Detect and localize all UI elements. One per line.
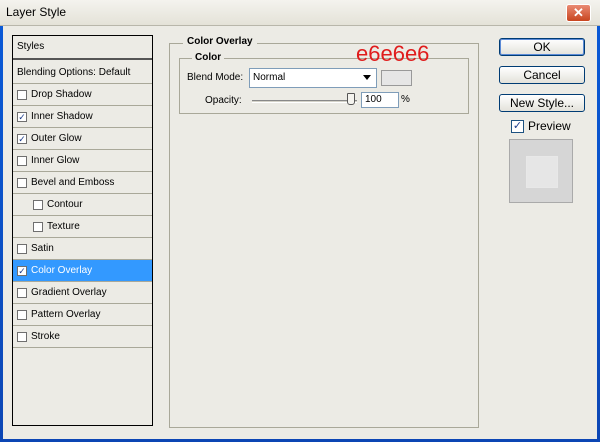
opacity-slider-track[interactable] xyxy=(252,100,357,103)
style-item-label: Bevel and Emboss xyxy=(31,177,115,188)
style-item[interactable]: Inner Glow xyxy=(13,150,152,172)
style-item[interactable]: ✓ Outer Glow xyxy=(13,128,152,150)
styles-header[interactable]: Styles xyxy=(13,36,152,60)
title-bar[interactable]: Layer Style ✕ xyxy=(0,0,600,26)
dialog-body: Styles Blending Options: Default Drop Sha… xyxy=(3,26,597,439)
style-item-label: Outer Glow xyxy=(31,133,82,144)
preview-label: Preview xyxy=(528,119,571,133)
styles-list: Styles Blending Options: Default Drop Sha… xyxy=(12,35,153,426)
style-checkbox[interactable] xyxy=(17,310,27,320)
preview-swatch xyxy=(526,156,558,188)
style-item[interactable]: Bevel and Emboss xyxy=(13,172,152,194)
style-item-label: Blending Options: Default xyxy=(17,67,131,78)
style-item-label: Satin xyxy=(31,243,54,254)
style-item[interactable]: ✓ Color Overlay xyxy=(13,260,152,282)
style-item[interactable]: Gradient Overlay xyxy=(13,282,152,304)
style-item[interactable]: Contour xyxy=(13,194,152,216)
style-item-label: Inner Glow xyxy=(31,155,80,166)
style-item[interactable]: Stroke xyxy=(13,326,152,348)
style-item[interactable]: ✓ Inner Shadow xyxy=(13,106,152,128)
group-title: Color xyxy=(192,52,225,63)
opacity-input[interactable]: 100 xyxy=(361,92,399,108)
style-item-label: Drop Shadow xyxy=(31,89,92,100)
style-checkbox[interactable] xyxy=(17,90,27,100)
style-checkbox[interactable]: ✓ xyxy=(17,134,27,144)
style-item[interactable]: Satin xyxy=(13,238,152,260)
style-checkbox[interactable] xyxy=(17,332,27,342)
style-item[interactable]: Drop Shadow xyxy=(13,84,152,106)
section-title: Color Overlay xyxy=(183,36,257,47)
style-checkbox[interactable] xyxy=(17,178,27,188)
style-checkbox[interactable] xyxy=(17,156,27,166)
overlay-color-swatch[interactable] xyxy=(381,70,412,86)
window-title: Layer Style xyxy=(6,5,67,19)
style-checkbox[interactable] xyxy=(33,222,43,232)
style-item[interactable]: Blending Options: Default xyxy=(13,62,152,84)
style-item-label: Pattern Overlay xyxy=(31,309,101,320)
style-item-label: Contour xyxy=(47,199,83,210)
close-button[interactable]: ✕ xyxy=(566,4,591,22)
style-checkbox[interactable] xyxy=(33,200,43,210)
layer-style-window: Layer Style ✕ Styles Blending Options: D… xyxy=(0,0,600,442)
blend-mode-select[interactable]: Normal xyxy=(249,68,377,88)
style-item-label: Color Overlay xyxy=(31,265,93,276)
style-item-label: Inner Shadow xyxy=(31,111,93,122)
opacity-unit: % xyxy=(401,94,410,105)
style-item[interactable]: Texture xyxy=(13,216,152,238)
style-item-label: Gradient Overlay xyxy=(31,287,107,298)
opacity-slider-thumb[interactable] xyxy=(347,93,355,105)
color-annotation: e6e6e6 xyxy=(356,41,430,66)
style-checkbox[interactable] xyxy=(17,288,27,298)
cancel-button[interactable]: Cancel xyxy=(499,66,585,84)
ok-button[interactable]: OK xyxy=(499,38,585,56)
style-preview xyxy=(509,139,573,203)
preview-checkbox[interactable]: ✓ xyxy=(511,120,524,133)
style-checkbox[interactable]: ✓ xyxy=(17,266,27,276)
style-checkbox[interactable] xyxy=(17,244,27,254)
opacity-label: Opacity: xyxy=(205,95,242,106)
style-item-label: Stroke xyxy=(31,331,60,342)
chevron-down-icon[interactable] xyxy=(363,75,371,80)
new-style-button[interactable]: New Style... xyxy=(499,94,585,112)
blend-mode-label: Blend Mode: xyxy=(187,72,244,83)
style-item-label: Texture xyxy=(47,221,80,232)
style-checkbox[interactable]: ✓ xyxy=(17,112,27,122)
style-item[interactable]: Pattern Overlay xyxy=(13,304,152,326)
